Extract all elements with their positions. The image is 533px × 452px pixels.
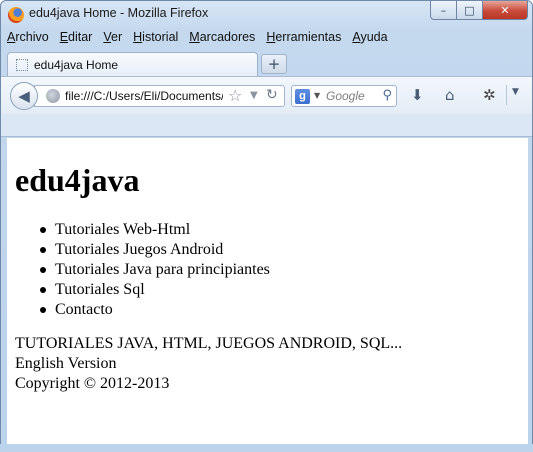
menu-bar: Archivo Editar Ver Historial Marcadores …: [7, 30, 399, 49]
url-bar[interactable]: file:///C:/Users/Eli/Documents/edu4java/…: [34, 85, 285, 107]
globe-icon: [46, 89, 60, 103]
chevron-down-icon[interactable]: ▼: [512, 87, 519, 97]
page-content: edu4java Tutoriales Web-Html Tutoriales …: [7, 138, 528, 445]
back-button[interactable]: ◀: [10, 82, 38, 110]
title-bar[interactable]: edu4java Home - Mozilla Firefox – □ ✕: [1, 1, 532, 29]
google-engine-icon[interactable]: g: [295, 89, 310, 104]
nav-list: Tutoriales Web-Html Tutoriales Juegos An…: [15, 220, 270, 320]
search-input[interactable]: Google: [326, 89, 365, 103]
star-icon[interactable]: ☆: [228, 86, 242, 105]
page-favicon-icon: [16, 59, 28, 71]
toolbar-separator: [506, 85, 507, 105]
menu-archivo[interactable]: Archivo: [7, 30, 49, 49]
download-arrow-icon[interactable]: ⬇: [411, 86, 424, 104]
menu-historial[interactable]: Historial: [133, 30, 178, 49]
list-item[interactable]: Tutoriales Web-Html: [15, 220, 270, 240]
firefox-logo-icon: [8, 7, 24, 23]
magnifier-icon[interactable]: ⚲: [382, 88, 392, 103]
tab-strip: edu4java Home +: [1, 50, 532, 76]
tab-label: edu4java Home: [34, 58, 119, 72]
menu-editar[interactable]: Editar: [60, 30, 93, 49]
menu-ver[interactable]: Ver: [103, 30, 122, 49]
menu-marcadores[interactable]: Marcadores: [189, 30, 255, 49]
firefox-window: edu4java Home - Mozilla Firefox – □ ✕ Ar…: [0, 0, 533, 452]
menu-herramientas[interactable]: Herramientas: [266, 30, 341, 49]
page-heading: edu4java: [15, 162, 140, 198]
history-dropdown-icon[interactable]: ▼: [250, 90, 258, 101]
addon-icon[interactable]: ✲: [483, 86, 496, 104]
tagline: TUTORIALES JAVA, HTML, JUEGOS ANDROID, S…: [15, 335, 403, 352]
window-bottom-border: [0, 444, 533, 452]
new-tab-button[interactable]: +: [261, 54, 287, 74]
url-text[interactable]: file:///C:/Users/Eli/Documents/edu4java/…: [65, 89, 223, 103]
search-bar[interactable]: g ▼ Google ⚲: [291, 85, 397, 107]
reload-icon[interactable]: ↻: [266, 87, 278, 103]
page-footer: TUTORIALES JAVA, HTML, JUEGOS ANDROID, S…: [15, 334, 402, 394]
navigation-toolbar: file:///C:/Users/Eli/Documents/edu4java/…: [1, 76, 532, 114]
list-item[interactable]: Tutoriales Java para principiantes: [15, 260, 270, 280]
copyright: Copyright © 2012-2013: [15, 375, 170, 392]
maximize-button[interactable]: □: [457, 1, 483, 20]
close-button[interactable]: ✕: [483, 1, 528, 20]
window-title: edu4java Home - Mozilla Firefox: [29, 6, 209, 20]
list-item[interactable]: Contacto: [15, 300, 270, 320]
list-item[interactable]: Tutoriales Sql: [15, 280, 270, 300]
back-arrow-icon: ◀: [18, 87, 30, 105]
english-version-link[interactable]: English Version: [15, 354, 402, 374]
minimize-button[interactable]: –: [430, 1, 457, 20]
engine-dropdown-icon[interactable]: ▼: [314, 91, 320, 100]
window-controls: – □ ✕: [430, 1, 528, 20]
list-item[interactable]: Tutoriales Juegos Android: [15, 240, 270, 260]
home-icon[interactable]: ⌂: [445, 86, 455, 104]
tab-edu4java-home[interactable]: edu4java Home: [7, 52, 258, 76]
menu-ayuda[interactable]: Ayuda: [352, 30, 387, 49]
toolbar-spacer: [1, 114, 532, 137]
